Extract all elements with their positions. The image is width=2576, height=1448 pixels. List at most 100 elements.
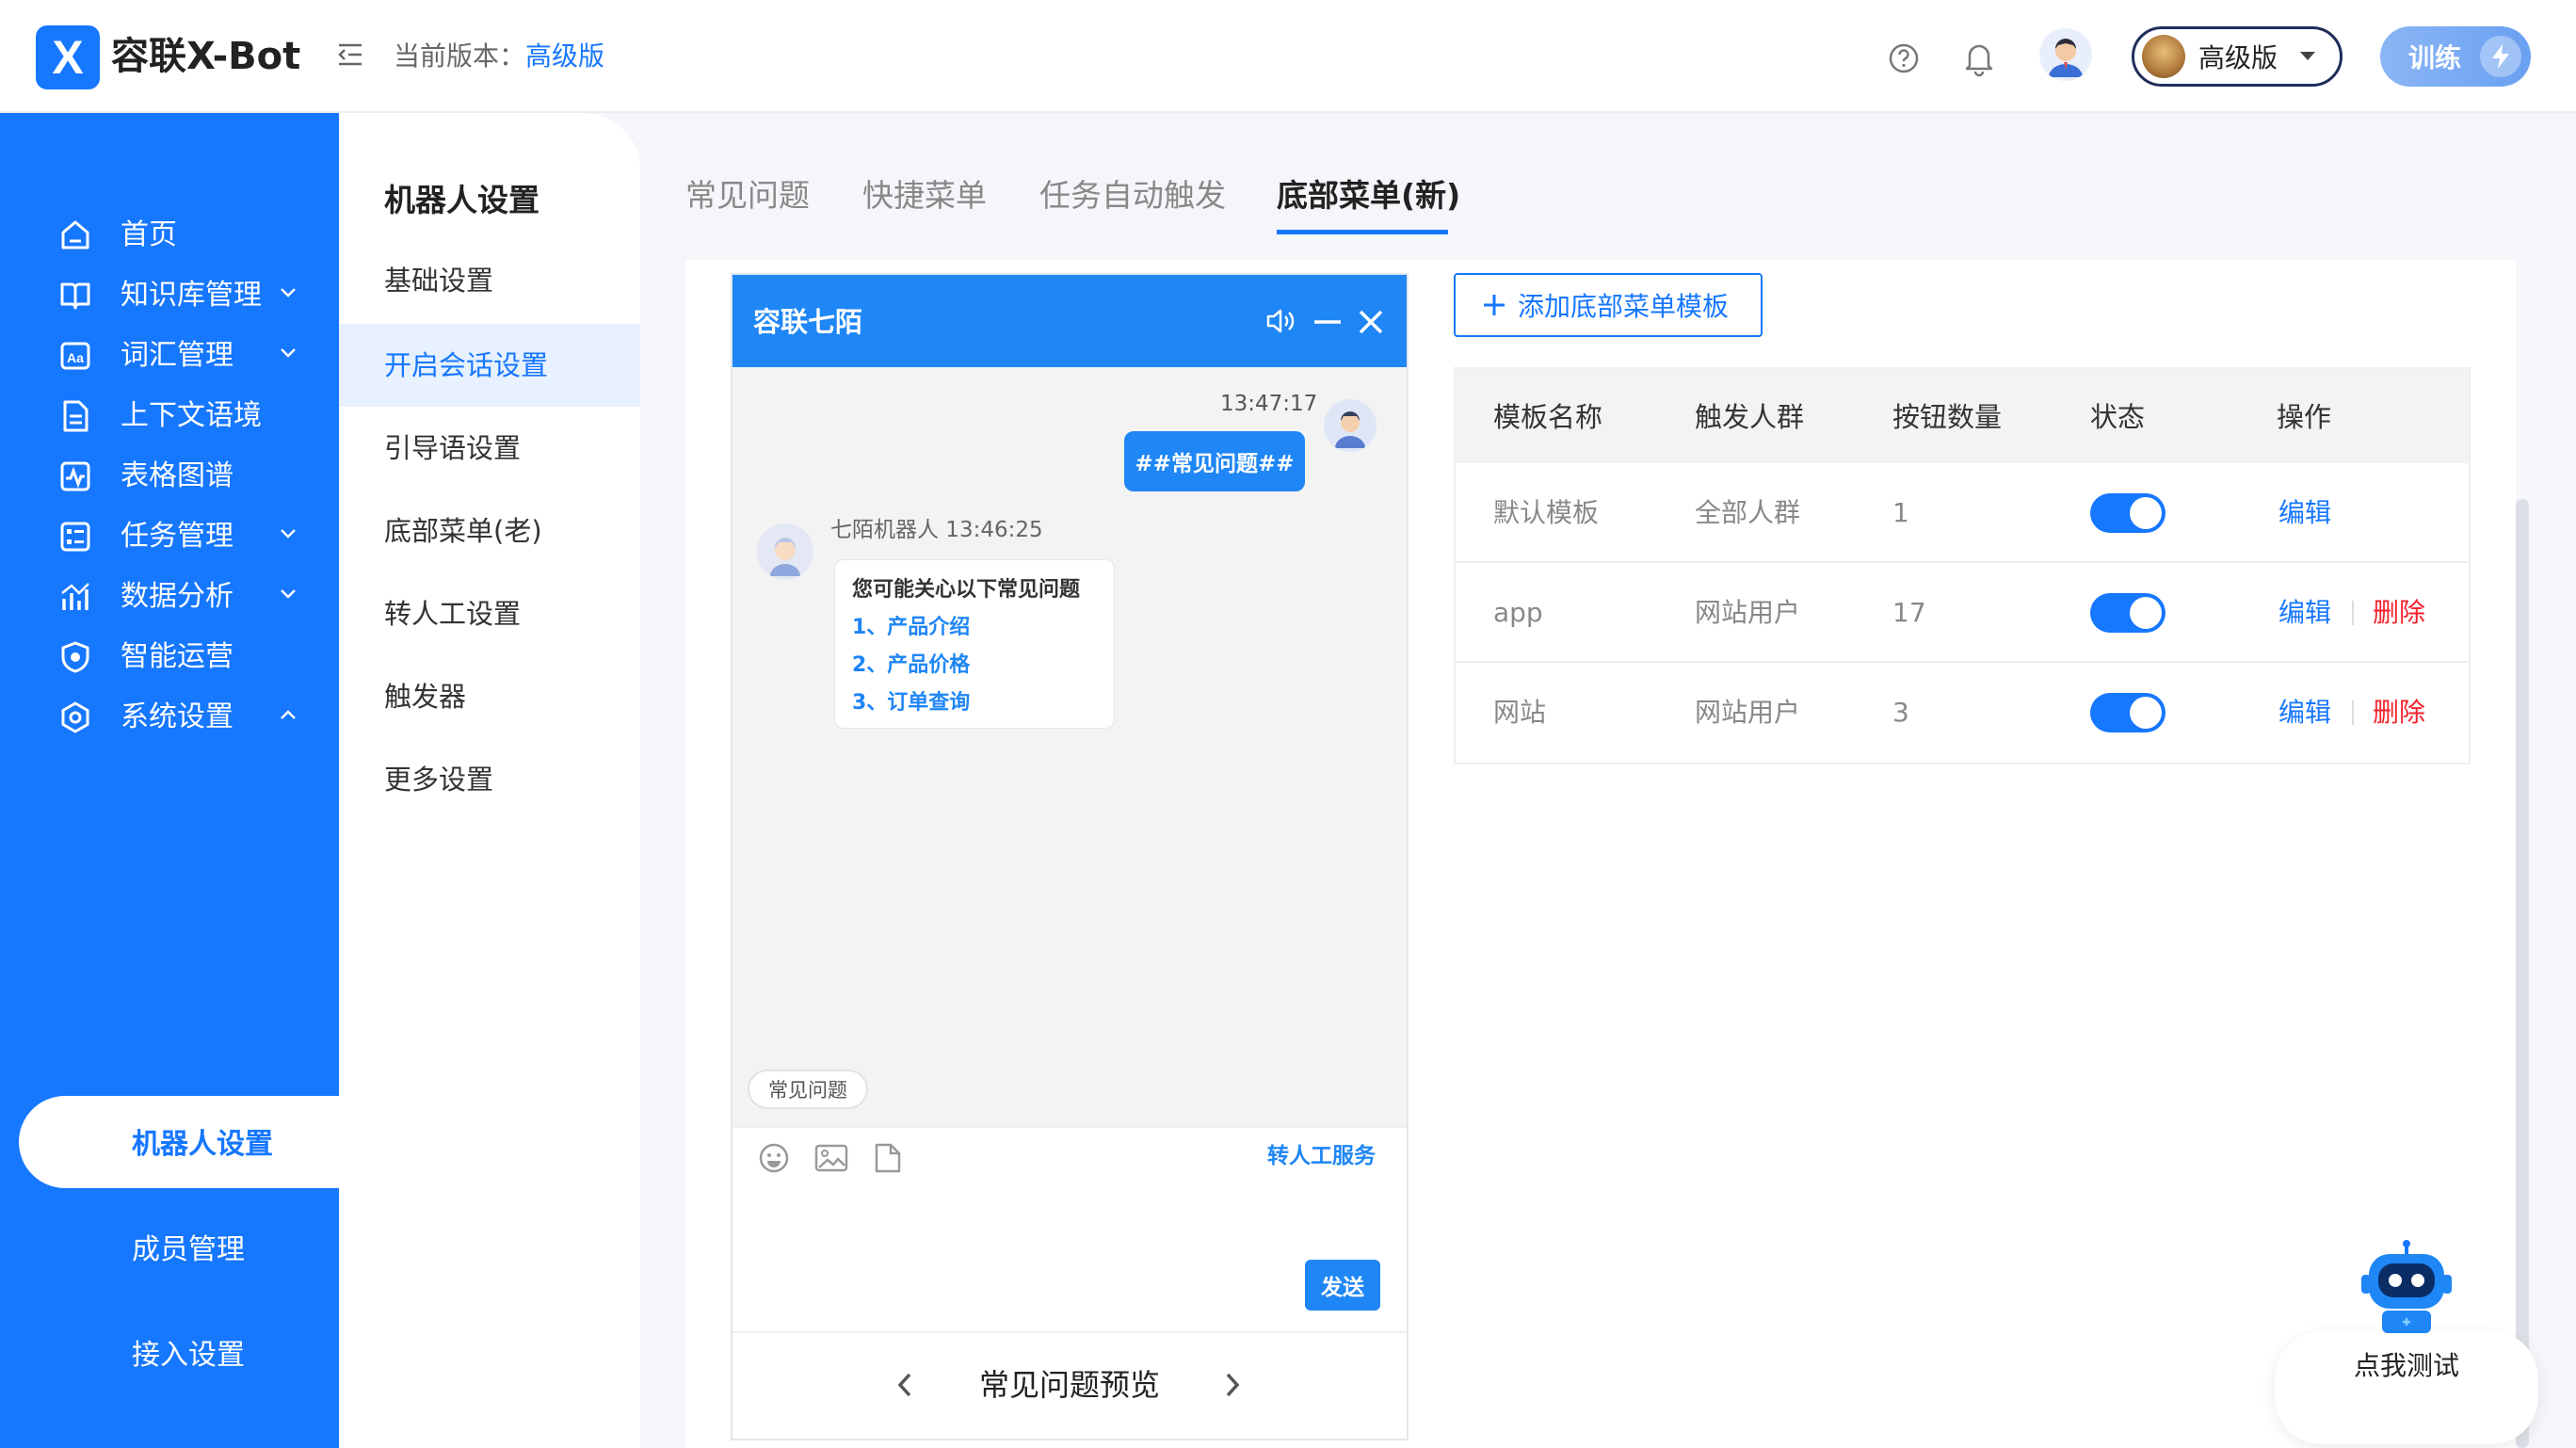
- tab-quick-menu[interactable]: 快捷菜单: [862, 169, 987, 222]
- test-label: 点我测试: [2354, 1350, 2460, 1381]
- tab-auto-trigger[interactable]: 任务自动触发: [1039, 169, 1226, 222]
- status-toggle[interactable]: [2090, 493, 2165, 533]
- sub-item-label: 成员管理: [132, 1233, 245, 1266]
- delete-link[interactable]: 删除: [2373, 593, 2425, 633]
- version-info: 当前版本：高级版: [394, 38, 604, 75]
- nav-item-label: 上下文语境: [121, 399, 262, 432]
- settings-item-transfer[interactable]: 转人工设置: [339, 572, 640, 655]
- template-audience: 全部人群: [1695, 497, 1801, 528]
- edit-link[interactable]: 编辑: [2278, 493, 2331, 533]
- settings-item-more[interactable]: 更多设置: [339, 738, 640, 821]
- logo-icon[interactable]: X: [36, 25, 100, 89]
- send-button[interactable]: 发送: [1305, 1260, 1380, 1311]
- chevron-down-icon: [279, 346, 298, 360]
- help-icon[interactable]: [1887, 41, 1921, 75]
- minimize-icon[interactable]: [1314, 320, 1341, 324]
- settings-item-guide[interactable]: 引导语设置: [339, 407, 640, 490]
- column-header: 按钮数量: [1892, 401, 2003, 433]
- sub-item-robot-settings[interactable]: 机器人设置: [0, 1117, 339, 1173]
- column-header: 操作: [2277, 401, 2332, 433]
- template-audience: 网站用户: [1695, 597, 1801, 628]
- tab-faq[interactable]: 常见问题: [685, 169, 810, 222]
- edit-link[interactable]: 编辑: [2278, 593, 2331, 633]
- chat-messages: [733, 367, 1407, 1126]
- robot-icon[interactable]: [2350, 1239, 2463, 1333]
- emoji-icon[interactable]: [757, 1141, 791, 1175]
- template-button-count: 3: [1892, 697, 1909, 728]
- template-audience: 网站用户: [1695, 697, 1801, 728]
- column-header: 触发人群: [1695, 401, 1805, 433]
- nav-item-label: 表格图谱: [121, 459, 233, 492]
- chevron-down-icon: [279, 527, 298, 540]
- visitor-avatar: [1324, 399, 1377, 452]
- user-avatar[interactable]: [2039, 28, 2092, 81]
- analytics-icon: [58, 580, 92, 614]
- edit-link[interactable]: 编辑: [2278, 693, 2331, 732]
- version-label: 当前版本：: [394, 40, 526, 72]
- bot-avatar: [757, 523, 813, 580]
- faq-link[interactable]: 1、产品介绍: [852, 609, 1097, 647]
- delete-link[interactable]: 删除: [2373, 693, 2425, 732]
- train-button[interactable]: 训练: [2380, 26, 2531, 87]
- settings-item-label: 开启会话设置: [384, 349, 549, 381]
- image-icon[interactable]: [813, 1141, 849, 1175]
- chart-icon: [58, 459, 92, 493]
- shield-icon: [58, 640, 92, 674]
- plan-selector[interactable]: 高级版: [2132, 26, 2343, 87]
- status-toggle[interactable]: [2090, 693, 2165, 732]
- row-divider: [1456, 561, 2469, 563]
- settings-item-label: 更多设置: [384, 764, 494, 796]
- bot-name-time: 七陌机器人 13:46:25: [830, 518, 1043, 542]
- train-label: 训练: [2408, 42, 2462, 73]
- logo-mark: X: [52, 31, 84, 84]
- active-tab-indicator: [1277, 230, 1448, 234]
- quick-menu-tag[interactable]: 常见问题: [748, 1070, 868, 1109]
- template-name: app: [1493, 597, 1543, 628]
- settings-item-bottom-menu-old[interactable]: 底部菜单(老): [339, 490, 640, 572]
- settings-item-session-start[interactable]: 开启会话设置: [339, 324, 640, 407]
- template-button-count: 17: [1892, 597, 1926, 628]
- faq-link[interactable]: 3、订单查询: [852, 684, 1097, 722]
- action-separator: [2352, 601, 2354, 625]
- svg-text:Aa: Aa: [67, 350, 84, 365]
- nav-item-label: 数据分析: [121, 580, 233, 613]
- bell-icon[interactable]: [1962, 40, 1996, 77]
- row-divider: [1456, 661, 2469, 663]
- faq-link[interactable]: 2、产品价格: [852, 647, 1097, 684]
- chevron-right-icon[interactable]: [1220, 1371, 1243, 1399]
- collapse-menu-icon[interactable]: [335, 40, 365, 70]
- nav-item-label: 系统设置: [121, 700, 233, 733]
- user-message-bubble: ##常见问题##: [1124, 431, 1305, 491]
- close-icon[interactable]: [1358, 309, 1384, 335]
- chevron-up-icon: [279, 708, 298, 721]
- settings-item-label: 转人工设置: [384, 598, 522, 630]
- sub-item-members[interactable]: 成员管理: [0, 1222, 339, 1279]
- file-icon[interactable]: [872, 1141, 904, 1175]
- column-header: 模板名称: [1493, 401, 1603, 433]
- home-icon: [58, 218, 92, 252]
- sub-item-access-settings[interactable]: 接入设置: [0, 1327, 339, 1384]
- nav-item-label: 知识库管理: [121, 279, 262, 312]
- version-value[interactable]: 高级版: [525, 40, 604, 72]
- scrollbar[interactable]: [2516, 499, 2529, 1448]
- caret-down-icon: [2300, 52, 2316, 60]
- add-template-button[interactable]: 添加底部菜单模板: [1454, 273, 1763, 337]
- lightning-icon: [2480, 36, 2521, 77]
- add-template-label: 添加底部菜单模板: [1518, 291, 1730, 322]
- settings-item-trigger[interactable]: 触发器: [339, 655, 640, 738]
- tab-bottom-menu-new[interactable]: 底部菜单(新): [1277, 169, 1460, 222]
- book-icon: [58, 279, 92, 313]
- nav-item-system-settings[interactable]: 系统设置: [0, 678, 339, 757]
- nav-item-label: 任务管理: [121, 520, 233, 553]
- settings-item-label: 基础设置: [384, 265, 494, 297]
- speaker-icon[interactable]: [1265, 307, 1296, 335]
- settings-item-basic[interactable]: 基础设置: [339, 239, 640, 322]
- transfer-to-agent-link[interactable]: 转人工服务: [1267, 1139, 1376, 1173]
- sub-item-label: 机器人设置: [132, 1128, 273, 1161]
- bot-message-bubble: 您可能关心以下常见问题 1、产品介绍 2、产品价格 3、订单查询: [834, 559, 1115, 729]
- status-toggle[interactable]: [2090, 593, 2165, 633]
- settings-icon: [58, 700, 92, 734]
- settings-item-label: 引导语设置: [384, 432, 522, 464]
- chevron-left-icon[interactable]: [894, 1371, 917, 1399]
- task-icon: [58, 520, 92, 554]
